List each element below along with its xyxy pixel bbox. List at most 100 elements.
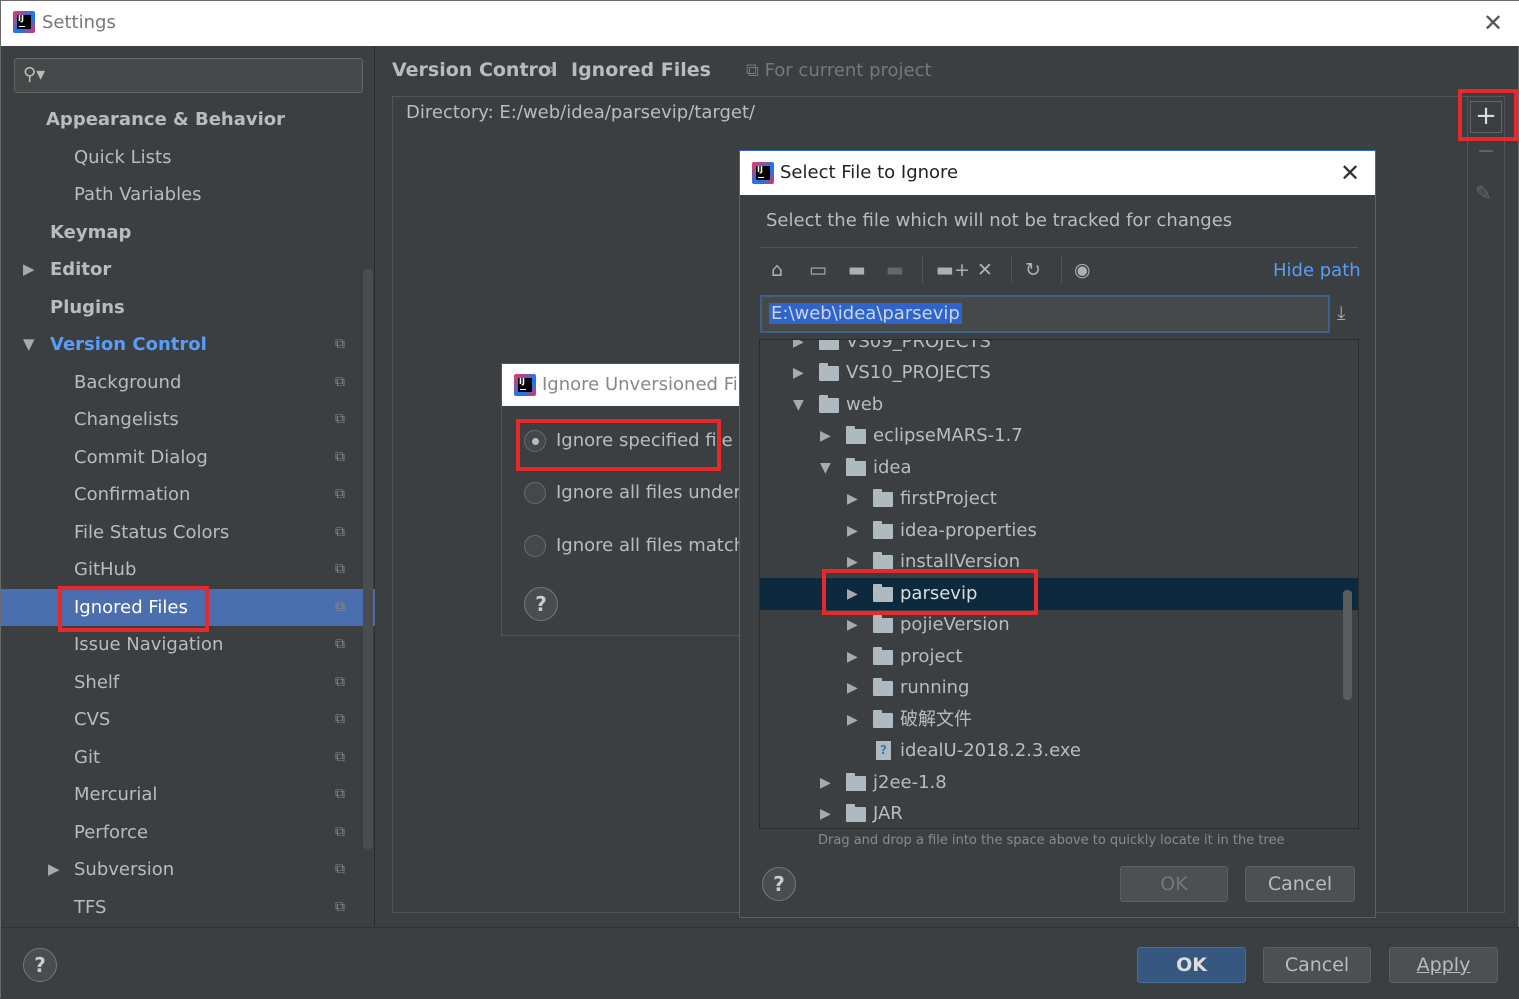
tree-scrollbar[interactable] (1343, 590, 1352, 700)
tree-row[interactable]: ▶ eclipseMARS-1.7 (760, 420, 1358, 452)
scope-label: ⧉ For current project (746, 60, 932, 81)
project-scope-icon: ⧉ (335, 899, 345, 915)
module-folder-icon[interactable]: ▬ (886, 259, 904, 281)
tree-row[interactable]: ▶ VS10_PROJECTS (760, 357, 1358, 389)
help-button[interactable]: ? (762, 867, 796, 901)
radio-ignore-all-under[interactable]: Ignore all files under (524, 482, 741, 504)
hide-path-link[interactable]: Hide path (1273, 260, 1361, 281)
sidebar-item-shelf[interactable]: Shelf ⧉ (1, 664, 375, 701)
sidebar-item-commit-dialog[interactable]: Commit Dialog ⧉ (1, 439, 375, 476)
tree-row[interactable]: ▶ JAR (760, 798, 1358, 828)
expand-arrow-icon[interactable]: ▶ (820, 420, 831, 452)
refresh-icon[interactable]: ↻ (1025, 259, 1041, 281)
folder-icon (873, 552, 893, 570)
apply-button[interactable]: Apply (1389, 947, 1498, 983)
ok-button[interactable]: OK (1120, 866, 1228, 902)
tree-row[interactable]: ▶ idea-properties (760, 515, 1358, 547)
collapse-arrow-icon[interactable]: ▼ (23, 326, 35, 363)
radio-ignore-all-matching[interactable]: Ignore all files matching (524, 535, 773, 557)
remove-button[interactable]: − (1477, 139, 1495, 164)
help-button[interactable]: ? (524, 587, 558, 621)
close-icon[interactable]: ✕ (1340, 159, 1360, 187)
desktop-icon[interactable]: ▭ (809, 259, 827, 281)
tree-row[interactable]: ▼ idea (760, 452, 1358, 484)
sidebar-item-keymap[interactable]: Keymap (1, 214, 375, 251)
home-icon[interactable]: ⌂ (771, 259, 783, 281)
dialog-title: Select File to Ignore (780, 162, 959, 183)
tree-row[interactable]: ▶ j2ee-1.8 (760, 767, 1358, 799)
project-folder-icon[interactable]: ▬ (848, 259, 866, 281)
sidebar-item-version-control[interactable]: ▼ Version Control ⧉ (1, 326, 375, 363)
tree-row[interactable]: ▶ VS09_PROJECTS (760, 340, 1358, 358)
sidebar-item-appearance[interactable]: Appearance & Behavior (1, 101, 375, 138)
expand-arrow-icon[interactable]: ▶ (847, 672, 858, 704)
ok-button[interactable]: OK (1137, 947, 1246, 983)
expand-arrow-icon[interactable]: ▶ (793, 357, 804, 389)
collapse-arrow-icon[interactable]: ▼ (820, 452, 831, 484)
sidebar-item-changelists[interactable]: Changelists ⧉ (1, 401, 375, 438)
sidebar-item-quick-lists[interactable]: Quick Lists (1, 139, 375, 176)
expand-arrow-icon[interactable]: ▶ (820, 798, 831, 828)
search-input[interactable]: ⚲▾ (14, 58, 363, 93)
expand-arrow-icon[interactable]: ▶ (847, 704, 858, 736)
toolbar-separator (1061, 255, 1062, 283)
sidebar-item-mercurial[interactable]: Mercurial ⧉ (1, 776, 375, 813)
breadcrumb-version-control[interactable]: Version Control (392, 59, 557, 81)
tree-row[interactable]: ? idealU-2018.2.3.exe (760, 735, 1358, 767)
sidebar-item-cvs[interactable]: CVS ⧉ (1, 701, 375, 738)
cancel-button[interactable]: Cancel (1245, 866, 1355, 902)
path-field[interactable]: E:\web\idea\parsevip (760, 295, 1330, 333)
folder-icon (873, 615, 893, 633)
delete-icon[interactable]: ✕ (977, 259, 993, 281)
folder-icon (819, 340, 839, 350)
ignored-directory-entry[interactable]: Directory: E:/web/idea/parsevip/target/ (406, 102, 755, 123)
sidebar-item-plugins[interactable]: Plugins (1, 289, 375, 326)
radio-icon[interactable] (524, 482, 546, 504)
sidebar-item-editor[interactable]: ▶ Editor (1, 251, 375, 288)
footer-bar: ? OK Cancel Apply (1, 927, 1519, 999)
divider (760, 247, 1358, 248)
project-scope-icon: ⧉ (335, 374, 345, 390)
dialog-title-bar: IJ Select File to Ignore ✕ (740, 151, 1375, 195)
help-button[interactable]: ? (23, 948, 57, 982)
folder-icon (846, 804, 866, 822)
expand-arrow-icon[interactable]: ▶ (820, 767, 831, 799)
project-scope-icon: ⧉ (335, 636, 345, 652)
show-hidden-icon[interactable]: ◉ (1074, 259, 1091, 281)
dialog-subtitle: Select the file which will not be tracke… (766, 210, 1233, 231)
tree-row[interactable]: ▶ project (760, 641, 1358, 673)
expand-arrow-icon[interactable]: ▶ (847, 515, 858, 547)
sidebar-scrollbar[interactable] (363, 269, 373, 849)
sidebar-item-tfs[interactable]: TFS ⧉ (1, 889, 375, 926)
sidebar-item-perforce[interactable]: Perforce ⧉ (1, 814, 375, 851)
download-icon[interactable]: ⤓ (1337, 302, 1345, 324)
sidebar-item-file-status-colors[interactable]: File Status Colors ⧉ (1, 514, 375, 551)
tree-row[interactable]: ▶ firstProject (760, 483, 1358, 515)
highlight-box (516, 419, 721, 471)
close-icon[interactable]: ✕ (1483, 9, 1503, 37)
folder-icon (873, 489, 893, 507)
sidebar-item-subversion[interactable]: ▶ Subversion ⧉ (1, 851, 375, 888)
expand-arrow-icon[interactable]: ▶ (847, 483, 858, 515)
new-folder-icon[interactable]: ▬+ (936, 259, 970, 281)
expand-arrow-icon[interactable]: ▶ (48, 851, 60, 888)
sidebar-item-background[interactable]: Background ⧉ (1, 364, 375, 401)
expand-arrow-icon[interactable]: ▶ (793, 340, 804, 358)
sidebar-item-path-variables[interactable]: Path Variables (1, 176, 375, 213)
tree-row[interactable]: ▼ web (760, 389, 1358, 421)
expand-arrow-icon[interactable]: ▶ (847, 641, 858, 673)
sidebar-item-confirmation[interactable]: Confirmation ⧉ (1, 476, 375, 513)
sidebar-item-git[interactable]: Git ⧉ (1, 739, 375, 776)
tree-row[interactable]: ▶ 破解文件 (760, 704, 1358, 736)
sidebar-item-github[interactable]: GitHub ⧉ (1, 551, 375, 588)
folder-icon (846, 458, 866, 476)
cancel-button[interactable]: Cancel (1263, 947, 1371, 983)
window-title: Settings (42, 12, 116, 33)
radio-icon[interactable] (524, 535, 546, 557)
project-scope-icon: ⧉ (335, 861, 345, 877)
dialog-title: Ignore Unversioned Files (542, 374, 764, 395)
tree-row[interactable]: ▶ running (760, 672, 1358, 704)
collapse-arrow-icon[interactable]: ▼ (793, 389, 804, 421)
edit-pencil-icon[interactable]: ✎ (1475, 181, 1492, 205)
expand-arrow-icon[interactable]: ▶ (23, 251, 35, 288)
